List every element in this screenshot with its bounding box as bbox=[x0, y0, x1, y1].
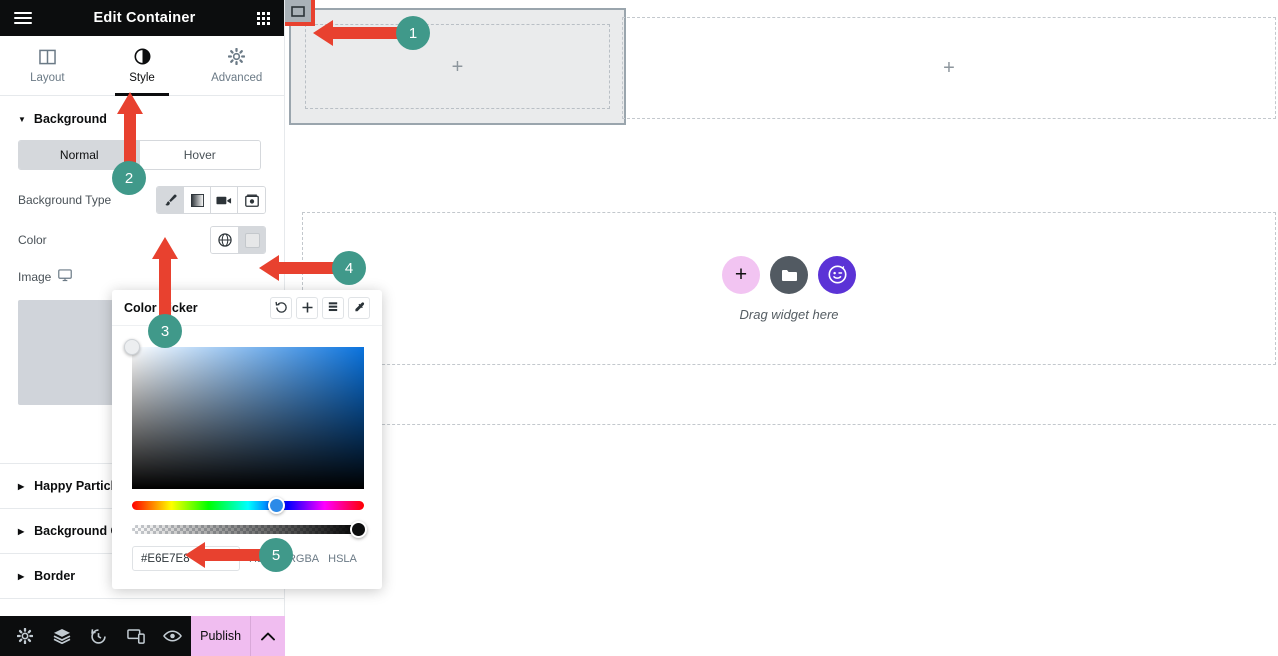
responsive-devices-icon[interactable] bbox=[117, 616, 154, 656]
gradient-icon bbox=[190, 193, 204, 207]
alpha-slider-knob[interactable] bbox=[350, 521, 367, 538]
accordion-happy-particles-label: Happy Particl bbox=[34, 479, 115, 493]
contrast-circle-icon bbox=[134, 48, 151, 66]
layers-icon[interactable] bbox=[43, 616, 80, 656]
empty-container-right[interactable]: + bbox=[622, 17, 1276, 119]
bg-type-classic-button[interactable] bbox=[157, 187, 184, 213]
panel-header: Edit Container bbox=[0, 0, 284, 36]
layout-columns-icon bbox=[39, 48, 56, 66]
caret-down-icon: ▼ bbox=[18, 114, 26, 124]
hue-slider-knob[interactable] bbox=[268, 497, 285, 514]
tab-style[interactable]: Style bbox=[95, 36, 190, 96]
tab-layout[interactable]: Layout bbox=[0, 36, 95, 95]
add-widget-plus-icon[interactable]: + bbox=[452, 57, 464, 77]
eyedropper-icon[interactable] bbox=[348, 296, 370, 319]
ai-face-icon bbox=[827, 265, 847, 284]
state-hover-button[interactable]: Hover bbox=[139, 141, 260, 169]
annotation-badge-2: 2 bbox=[112, 161, 146, 195]
add-template-button[interactable] bbox=[770, 255, 808, 294]
tab-layout-label: Layout bbox=[30, 71, 65, 84]
container-glyph-icon bbox=[291, 5, 305, 17]
settings-gear-icon[interactable] bbox=[6, 616, 43, 656]
image-label-group: Image bbox=[18, 269, 266, 285]
annotation-badge-3: 3 bbox=[148, 314, 182, 348]
hue-slider[interactable] bbox=[132, 497, 364, 514]
color-row: Color bbox=[0, 220, 284, 260]
color-picker-tools bbox=[270, 296, 370, 319]
dropzone-label: Drag widget here bbox=[739, 306, 839, 322]
background-type-label: Background Type bbox=[18, 193, 112, 207]
history-clock-icon[interactable] bbox=[80, 616, 117, 656]
hamburger-icon[interactable] bbox=[14, 12, 32, 24]
image-label: Image bbox=[18, 270, 52, 284]
panel-bottom-bar: Publish bbox=[0, 616, 285, 656]
accordion-border-label: Border bbox=[34, 569, 76, 583]
page-title: Edit Container bbox=[93, 10, 196, 26]
bottom-bar-icons bbox=[0, 616, 191, 656]
tab-style-label: Style bbox=[129, 71, 155, 84]
grid-icon[interactable] bbox=[257, 11, 270, 25]
annotation-badge-4: 4 bbox=[332, 251, 366, 285]
swatch-list-icon[interactable] bbox=[322, 296, 344, 319]
preview-eye-icon[interactable] bbox=[154, 616, 191, 656]
saturation-value-panel[interactable] bbox=[124, 339, 364, 489]
annotation-badge-5: 5 bbox=[259, 538, 293, 572]
annotation-badge-1: 1 bbox=[396, 16, 430, 50]
dropzone-divider bbox=[302, 424, 1276, 425]
publish-options-toggle[interactable] bbox=[250, 616, 285, 656]
color-swatch bbox=[244, 232, 260, 248]
image-row: Image bbox=[0, 260, 284, 294]
global-colors-button[interactable] bbox=[211, 227, 238, 253]
globe-icon bbox=[217, 233, 232, 247]
publish-button[interactable]: Publish bbox=[191, 616, 251, 656]
caret-right-icon: ▶ bbox=[18, 481, 25, 491]
bg-type-video-button[interactable] bbox=[211, 187, 238, 213]
dropzone-buttons: + bbox=[722, 255, 856, 294]
alpha-slider[interactable] bbox=[132, 521, 367, 538]
bg-type-slideshow-button[interactable] bbox=[238, 187, 265, 213]
caret-right-icon: ▶ bbox=[18, 571, 25, 581]
format-hsla[interactable]: HSLA bbox=[328, 553, 357, 565]
undo-icon[interactable] bbox=[270, 296, 292, 319]
folder-icon bbox=[781, 269, 797, 281]
color-swatch-button[interactable] bbox=[238, 227, 265, 253]
add-element-button[interactable]: + bbox=[722, 255, 760, 294]
caret-right-icon: ▶ bbox=[18, 526, 25, 536]
accordion-background-overlay-label: Background O bbox=[34, 524, 121, 538]
video-camera-icon bbox=[216, 196, 232, 204]
background-section-label: Background bbox=[33, 112, 107, 126]
tab-advanced-label: Advanced bbox=[211, 71, 263, 84]
slideshow-icon bbox=[244, 193, 259, 207]
add-swatch-icon[interactable] bbox=[296, 296, 318, 319]
panel-tabs: Layout Style Advanced bbox=[0, 36, 284, 96]
gear-icon bbox=[228, 48, 246, 66]
classic-brush-icon bbox=[164, 193, 177, 205]
monitor-icon[interactable] bbox=[58, 269, 73, 285]
container-handle-icon[interactable] bbox=[285, 0, 311, 22]
widget-dropzone[interactable]: + Drag widget here bbox=[302, 212, 1276, 365]
ai-button[interactable] bbox=[818, 255, 856, 294]
color-control bbox=[210, 226, 266, 254]
tab-advanced[interactable]: Advanced bbox=[189, 36, 284, 95]
chevron-up-icon bbox=[261, 632, 276, 640]
bg-type-gradient-button[interactable] bbox=[184, 187, 211, 213]
saturation-value-marker[interactable] bbox=[124, 339, 140, 355]
background-type-choices bbox=[156, 186, 266, 214]
elementor-editor: + + + Drag widget here Edit Container La… bbox=[0, 0, 1278, 656]
editor-canvas: + + + Drag widget here bbox=[281, 0, 1278, 656]
add-widget-plus-icon-right[interactable]: + bbox=[943, 58, 955, 78]
